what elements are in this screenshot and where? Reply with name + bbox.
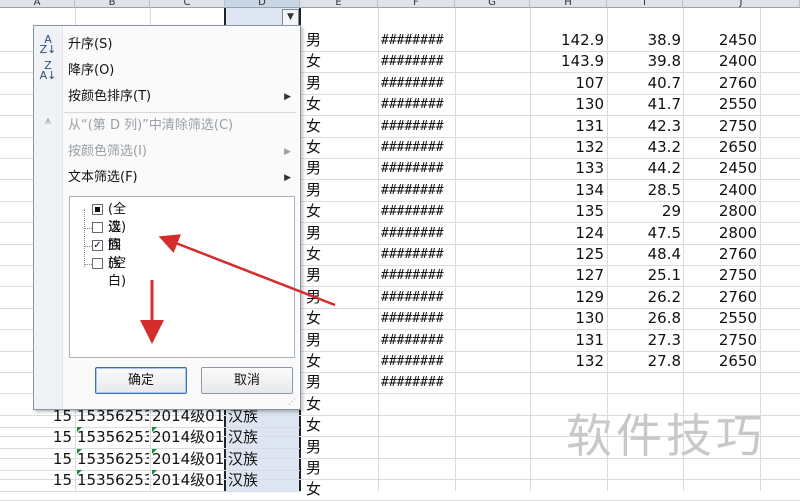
watermark: 软件技巧 [566,409,766,463]
arrow-to-checkbox [158,234,336,307]
